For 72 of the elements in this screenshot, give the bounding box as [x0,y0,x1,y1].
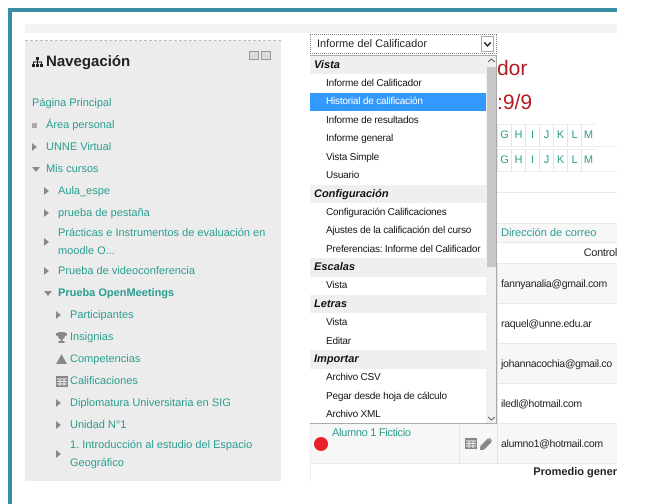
expanded-arrow-icon[interactable] [32,166,40,172]
letter-filter-link[interactable]: H [511,149,525,171]
nav-link[interactable]: Página Principal [32,94,112,112]
nav-link[interactable]: Prácticas e Instrumentos de evaluación en moodle O... [58,224,273,260]
menu-group-label: Vista [310,56,486,74]
bullet-icon [32,122,37,128]
letter-filter-link[interactable]: K [553,149,567,171]
collapsed-arrow-icon[interactable] [56,399,61,407]
collapsed-arrow-icon[interactable] [56,311,61,319]
nav-link[interactable]: Calificaciones [70,372,138,390]
page-subheading: :9/9 [497,91,534,115]
minimize-icon[interactable] [249,51,259,60]
scroll-down-icon[interactable] [488,416,494,421]
report-select[interactable]: Informe del Calificador [310,34,497,54]
column-header: Control [584,247,617,259]
letter-filter-link[interactable]: I [525,124,539,146]
collapsed-arrow-icon[interactable] [56,421,61,429]
menu-group-label: Importar [310,350,486,369]
nav-link[interactable]: Aula_espe [58,182,110,200]
page-heading: dor [497,57,528,81]
email-cell-text: fannyanalia@gmail.com [500,276,608,292]
letter-filter-link[interactable]: M [581,149,595,171]
letter-filter-link[interactable]: L [567,149,581,171]
navigation-title: Navegación [46,53,130,70]
letter-filter-link[interactable]: I [525,149,539,171]
collapsed-arrow-icon[interactable] [56,450,61,458]
nav-link[interactable]: Área personal [46,116,114,134]
letter-filter-link[interactable]: J [539,124,553,146]
nav-link[interactable]: Prueba de videoconferencia [58,262,195,280]
letter-filter-link[interactable]: K [553,124,567,146]
average-label: Promedio gener [533,466,617,480]
nav-link[interactable]: Diplomatura Universitaria en SIG [70,394,231,412]
letter-filter-link[interactable]: J [539,149,553,171]
email-cell-text: johannacochia@gmail.co [500,356,613,372]
menu-group-label: Escalas [310,258,486,277]
nav-link[interactable]: Mis cursos [46,160,99,178]
collapsed-arrow-icon[interactable] [44,209,49,217]
collapsed-arrow-icon[interactable] [44,187,49,195]
collapsed-arrow-icon[interactable] [44,267,49,275]
nav-link[interactable]: prueba de pestaña [58,204,150,222]
scroll-up-icon[interactable] [488,58,494,63]
nav-link[interactable]: Prueba OpenMeetings [58,284,174,302]
nav-link[interactable]: 1. Introducción al estudio del Espacio Geográfico [70,436,273,472]
email-cell-text: iledl@hotmail.com [500,396,583,412]
student-name-link[interactable]: Alumno 1 Ficticio [332,427,411,439]
avatar-circle [314,436,328,450]
nav-link[interactable]: Unidad N°1 [70,416,126,434]
caret-icon [484,42,491,46]
email-column-header[interactable]: Dirección de correo [498,227,617,239]
letter-filter-link[interactable]: M [581,124,595,146]
nav-link[interactable]: UNNE Virtual [46,138,112,156]
sitemap-icon [32,56,43,66]
menu-scrollbar[interactable] [486,56,496,423]
email-cell-text: raquel@unne.edu.ar [500,316,592,332]
menu-group-label: Configuración [310,184,486,204]
pyramid-icon [56,354,67,364]
table-icon [56,376,68,386]
dock-icon[interactable] [261,51,271,60]
trophy-icon [56,332,67,342]
collapsed-arrow-icon[interactable] [44,238,49,246]
collapsed-arrow-icon[interactable] [32,143,37,151]
pencil-icon[interactable] [480,438,492,450]
nav-link[interactable]: Participantes [70,306,134,324]
menu-option[interactable]: Historial de calificación [310,92,486,112]
email-cell-text: alumno1@hotmail.com [500,436,604,452]
nav-link[interactable]: Competencias [70,350,140,368]
letter-filter-link[interactable]: H [511,124,525,146]
letter-filter-link[interactable]: L [567,124,581,146]
menu-group-label: Letras [310,295,486,314]
expanded-arrow-icon[interactable] [44,290,52,296]
nav-link[interactable]: Insignias [70,328,114,346]
table-icon[interactable] [465,438,477,449]
